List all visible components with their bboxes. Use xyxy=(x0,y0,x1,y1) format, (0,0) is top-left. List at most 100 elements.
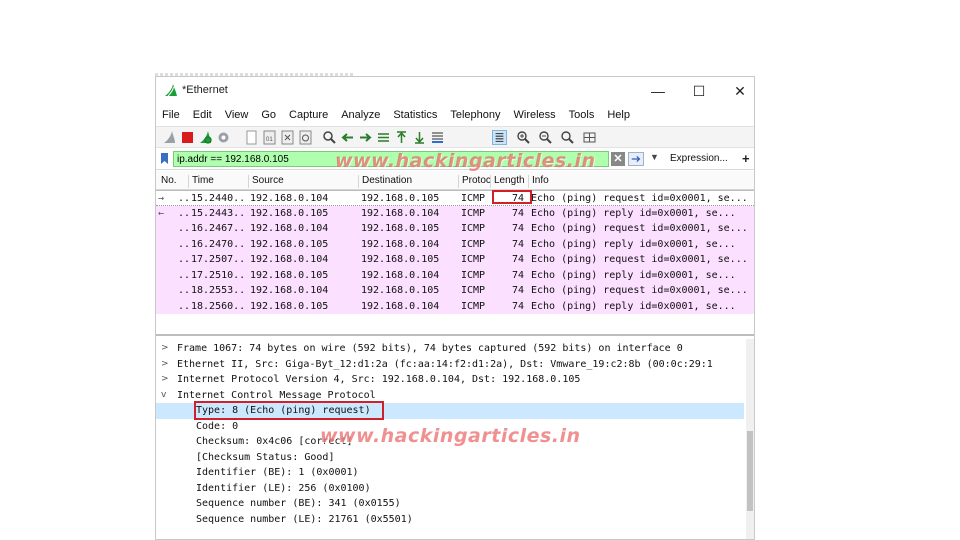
tree-item-label: Internet Control Message Protocol xyxy=(177,389,376,401)
expand-arrow-icon[interactable]: > xyxy=(161,359,169,369)
menu-go[interactable]: Go xyxy=(261,109,276,121)
zoom-in-icon[interactable] xyxy=(516,130,531,145)
row-length: 74 xyxy=(512,300,525,312)
row-destination: 192.168.0.105 xyxy=(361,193,440,204)
go-to-packet-icon[interactable] xyxy=(376,130,391,145)
row-destination: 192.168.0.104 xyxy=(361,207,440,219)
minimize-button[interactable]: — xyxy=(642,81,674,101)
maximize-button[interactable]: ☐ xyxy=(683,81,715,101)
tree-item-ethernet[interactable]: > Ethernet II, Src: Giga-Byt_12:d1:2a (f… xyxy=(156,357,744,373)
close-file-icon[interactable] xyxy=(280,130,295,145)
row-no: .. xyxy=(178,300,191,312)
menu-edit[interactable]: Edit xyxy=(193,109,212,121)
tree-item-seq-be[interactable]: Sequence number (BE): 341 (0x0155) xyxy=(156,496,744,512)
row-destination: 192.168.0.104 xyxy=(361,238,440,250)
last-packet-icon[interactable] xyxy=(412,130,427,145)
col-source[interactable]: Source xyxy=(248,175,284,188)
close-button[interactable]: ✕ xyxy=(724,81,754,101)
wireshark-window: *Ethernet — ☐ ✕ File Edit View Go Captur… xyxy=(155,76,755,540)
packet-row[interactable]: → .. 15.2440... 192.168.0.104 192.168.0.… xyxy=(156,190,754,206)
stop-capture-icon[interactable] xyxy=(180,130,195,145)
tree-item-label: Sequence number (LE): 21761 (0x5501) xyxy=(196,513,413,525)
col-protocol[interactable]: Protocol xyxy=(458,175,490,188)
restart-capture-icon[interactable] xyxy=(198,130,213,145)
menu-capture[interactable]: Capture xyxy=(289,109,328,121)
packet-list-header: No. Time Source Destination Protocol Len… xyxy=(156,171,754,190)
menu-analyze[interactable]: Analyze xyxy=(341,109,380,121)
row-destination: 192.168.0.105 xyxy=(361,285,440,296)
menu-statistics[interactable]: Statistics xyxy=(393,109,437,121)
title-bar: *Ethernet — ☐ ✕ xyxy=(156,77,754,104)
packet-row[interactable]: .. 18.2560... 192.168.0.105 192.168.0.10… xyxy=(156,298,754,314)
row-time: 17.2510... xyxy=(191,269,246,281)
menu-help[interactable]: Help xyxy=(607,109,630,121)
zoom-out-icon[interactable] xyxy=(538,130,553,145)
packet-row[interactable]: .. 16.2467... 192.168.0.104 192.168.0.10… xyxy=(156,221,754,237)
open-file-icon[interactable] xyxy=(244,130,259,145)
packet-row[interactable]: .. 16.2470... 192.168.0.105 192.168.0.10… xyxy=(156,236,754,252)
tree-item-checksum[interactable]: Checksum: 0x4c06 [correct] xyxy=(156,434,744,450)
col-destination[interactable]: Destination xyxy=(358,175,412,188)
row-info: Echo (ping) reply id=0x0001, se... xyxy=(531,300,736,312)
clear-filter-icon[interactable]: ✕ xyxy=(611,152,625,166)
find-packet-icon[interactable] xyxy=(322,130,337,145)
row-protocol: ICMP xyxy=(461,223,486,234)
details-scrollbar[interactable] xyxy=(746,339,754,539)
display-filter-input[interactable] xyxy=(173,151,609,167)
add-filter-button[interactable]: + xyxy=(742,151,750,166)
auto-scroll-icon[interactable] xyxy=(430,130,445,145)
tree-item-checksum-status[interactable]: [Checksum Status: Good] xyxy=(156,450,744,466)
col-length[interactable]: Length xyxy=(490,175,525,188)
expand-arrow-icon[interactable]: > xyxy=(161,343,169,353)
col-time[interactable]: Time xyxy=(188,175,214,188)
tree-item-identifier-le[interactable]: Identifier (LE): 256 (0x0100) xyxy=(156,481,744,497)
window-title: *Ethernet xyxy=(182,84,228,96)
tree-item-label: Identifier (LE): 256 (0x0100) xyxy=(196,482,371,494)
row-time: 18.2553... xyxy=(191,285,246,296)
row-protocol: ICMP xyxy=(461,238,486,250)
capture-options-icon[interactable] xyxy=(216,130,231,145)
start-capture-icon[interactable] xyxy=(162,130,177,145)
row-no: .. xyxy=(178,238,191,250)
row-time: 18.2560... xyxy=(191,300,246,312)
reload-file-icon[interactable] xyxy=(298,130,313,145)
scrollbar-thumb[interactable] xyxy=(747,431,753,511)
row-source: 192.168.0.105 xyxy=(250,207,329,219)
menu-tools[interactable]: Tools xyxy=(569,109,595,121)
packet-row[interactable]: ← .. 15.2443... 192.168.0.105 192.168.0.… xyxy=(156,205,754,221)
tree-item-identifier-be[interactable]: Identifier (BE): 1 (0x0001) xyxy=(156,465,744,481)
colorize-icon[interactable] xyxy=(492,130,507,145)
menu-file[interactable]: File xyxy=(162,109,180,121)
tree-item-frame[interactable]: > Frame 1067: 74 bytes on wire (592 bits… xyxy=(156,341,744,357)
normal-size-icon[interactable] xyxy=(560,130,575,145)
packet-row[interactable]: .. 17.2507... 192.168.0.104 192.168.0.10… xyxy=(156,252,754,268)
collapse-arrow-icon[interactable]: v xyxy=(161,390,166,400)
first-packet-icon[interactable] xyxy=(394,130,409,145)
packet-row[interactable]: .. 18.2553... 192.168.0.104 192.168.0.10… xyxy=(156,283,754,299)
packet-row[interactable]: .. 17.2510... 192.168.0.105 192.168.0.10… xyxy=(156,267,754,283)
apply-filter-icon[interactable] xyxy=(628,152,644,166)
col-no[interactable]: No. xyxy=(158,175,177,188)
row-protocol: ICMP xyxy=(461,300,486,312)
menu-telephony[interactable]: Telephony xyxy=(450,109,500,121)
expression-button[interactable]: Expression... xyxy=(670,153,728,164)
tree-item-label: Frame 1067: 74 bytes on wire (592 bits),… xyxy=(177,343,683,354)
tree-item-ipv4[interactable]: > Internet Protocol Version 4, Src: 192.… xyxy=(156,372,744,388)
menu-view[interactable]: View xyxy=(225,109,249,121)
expand-arrow-icon[interactable]: > xyxy=(161,374,169,384)
go-back-icon[interactable] xyxy=(340,130,355,145)
row-source: 192.168.0.105 xyxy=(250,300,329,312)
filter-history-dropdown-icon[interactable]: ▼ xyxy=(650,152,659,162)
row-length: 74 xyxy=(512,285,525,296)
tree-item-seq-le[interactable]: Sequence number (LE): 21761 (0x5501) xyxy=(156,512,744,528)
bookmark-icon[interactable] xyxy=(160,152,169,165)
col-info[interactable]: Info xyxy=(528,175,549,188)
row-no: .. xyxy=(178,269,191,281)
svg-text:01: 01 xyxy=(266,137,273,143)
tree-item-icmp-code[interactable]: Code: 0 xyxy=(156,419,744,435)
row-length: 74 xyxy=(512,238,525,250)
go-forward-icon[interactable] xyxy=(358,130,373,145)
save-file-icon[interactable]: 01 xyxy=(262,130,277,145)
menu-wireless[interactable]: Wireless xyxy=(514,109,556,121)
resize-columns-icon[interactable] xyxy=(582,130,597,145)
